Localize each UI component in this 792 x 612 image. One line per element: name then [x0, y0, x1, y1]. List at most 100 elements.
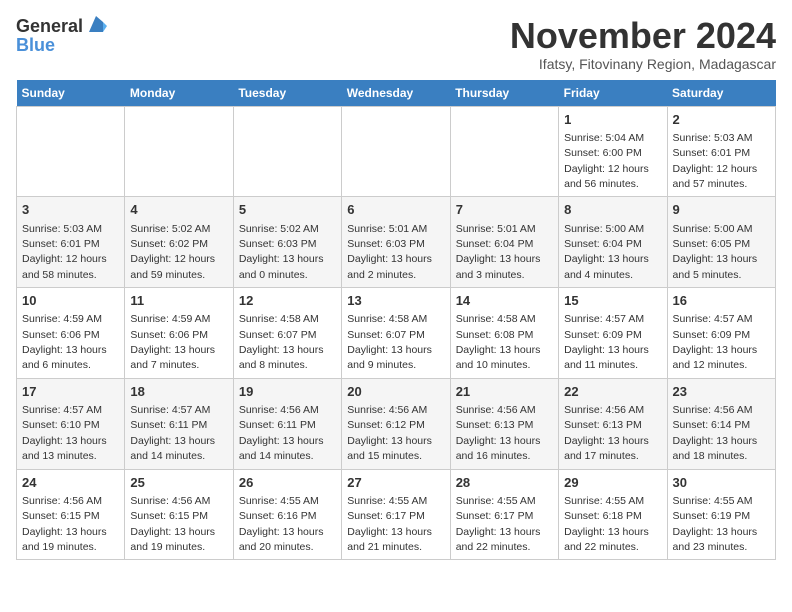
weekday-header-saturday: Saturday	[667, 80, 775, 107]
month-title: November 2024	[510, 16, 776, 56]
header: General Blue November 2024 Ifatsy, Fitov…	[16, 16, 776, 72]
weekday-header-row: SundayMondayTuesdayWednesdayThursdayFrid…	[17, 80, 776, 107]
day-info: Sunrise: 5:03 AM Sunset: 6:01 PM Dayligh…	[673, 132, 758, 190]
day-cell: 3 Sunrise: 5:03 AM Sunset: 6:01 PM Daylig…	[17, 197, 125, 288]
day-number: 25	[130, 474, 227, 492]
weekday-header-wednesday: Wednesday	[342, 80, 450, 107]
day-info: Sunrise: 4:59 AM Sunset: 6:06 PM Dayligh…	[22, 313, 107, 371]
day-info: Sunrise: 5:02 AM Sunset: 6:03 PM Dayligh…	[239, 223, 324, 281]
day-cell: 4 Sunrise: 5:02 AM Sunset: 6:02 PM Daylig…	[125, 197, 233, 288]
day-cell: 2 Sunrise: 5:03 AM Sunset: 6:01 PM Daylig…	[667, 106, 775, 197]
week-row-5: 24Sunrise: 4:56 AM Sunset: 6:15 PM Dayli…	[17, 469, 776, 560]
day-cell: 8 Sunrise: 5:00 AM Sunset: 6:04 PM Daylig…	[559, 197, 667, 288]
day-cell	[233, 106, 341, 197]
day-cell: 15Sunrise: 4:57 AM Sunset: 6:09 PM Dayli…	[559, 288, 667, 379]
day-number: 7	[456, 201, 553, 219]
week-row-2: 3 Sunrise: 5:03 AM Sunset: 6:01 PM Daylig…	[17, 197, 776, 288]
day-number: 23	[673, 383, 770, 401]
day-cell: 13Sunrise: 4:58 AM Sunset: 6:07 PM Dayli…	[342, 288, 450, 379]
day-number: 3	[22, 201, 119, 219]
day-cell	[450, 106, 558, 197]
calendar-table: SundayMondayTuesdayWednesdayThursdayFrid…	[16, 80, 776, 561]
day-cell	[125, 106, 233, 197]
day-info: Sunrise: 4:55 AM Sunset: 6:18 PM Dayligh…	[564, 495, 649, 553]
day-number: 24	[22, 474, 119, 492]
day-info: Sunrise: 5:00 AM Sunset: 6:05 PM Dayligh…	[673, 223, 758, 281]
day-number: 30	[673, 474, 770, 492]
day-info: Sunrise: 5:00 AM Sunset: 6:04 PM Dayligh…	[564, 223, 649, 281]
weekday-header-tuesday: Tuesday	[233, 80, 341, 107]
day-cell: 17 Sunrise: 4:57 AM Sunset: 6:10 PM Dayli…	[17, 378, 125, 469]
week-row-3: 10 Sunrise: 4:59 AM Sunset: 6:06 PM Dayli…	[17, 288, 776, 379]
day-cell: 10 Sunrise: 4:59 AM Sunset: 6:06 PM Dayli…	[17, 288, 125, 379]
day-cell	[17, 106, 125, 197]
day-cell: 7 Sunrise: 5:01 AM Sunset: 6:04 PM Daylig…	[450, 197, 558, 288]
day-number: 15	[564, 292, 661, 310]
day-number: 26	[239, 474, 336, 492]
day-info: Sunrise: 4:55 AM Sunset: 6:19 PM Dayligh…	[673, 495, 758, 553]
day-info: Sunrise: 4:56 AM Sunset: 6:14 PM Dayligh…	[673, 404, 758, 462]
day-info: Sunrise: 4:58 AM Sunset: 6:08 PM Dayligh…	[456, 313, 541, 371]
day-info: Sunrise: 5:02 AM Sunset: 6:02 PM Dayligh…	[130, 223, 215, 281]
day-number: 2	[673, 111, 770, 129]
weekday-header-friday: Friday	[559, 80, 667, 107]
day-cell: 16 Sunrise: 4:57 AM Sunset: 6:09 PM Dayli…	[667, 288, 775, 379]
day-cell: 25Sunrise: 4:56 AM Sunset: 6:15 PM Dayli…	[125, 469, 233, 560]
day-cell: 1 Sunrise: 5:04 AM Sunset: 6:00 PM Daylig…	[559, 106, 667, 197]
day-info: Sunrise: 4:59 AM Sunset: 6:06 PM Dayligh…	[130, 313, 215, 371]
day-info: Sunrise: 4:58 AM Sunset: 6:07 PM Dayligh…	[239, 313, 324, 371]
day-cell: 20 Sunrise: 4:56 AM Sunset: 6:12 PM Dayli…	[342, 378, 450, 469]
day-info: Sunrise: 4:58 AM Sunset: 6:07 PM Dayligh…	[347, 313, 432, 371]
day-number: 20	[347, 383, 444, 401]
day-number: 1	[564, 111, 661, 129]
day-cell: 30 Sunrise: 4:55 AM Sunset: 6:19 PM Dayli…	[667, 469, 775, 560]
day-number: 11	[130, 292, 227, 310]
day-number: 17	[22, 383, 119, 401]
day-info: Sunrise: 4:56 AM Sunset: 6:11 PM Dayligh…	[239, 404, 324, 462]
day-cell: 12Sunrise: 4:58 AM Sunset: 6:07 PM Dayli…	[233, 288, 341, 379]
day-info: Sunrise: 5:01 AM Sunset: 6:04 PM Dayligh…	[456, 223, 541, 281]
day-number: 21	[456, 383, 553, 401]
day-number: 27	[347, 474, 444, 492]
week-row-1: 1 Sunrise: 5:04 AM Sunset: 6:00 PM Daylig…	[17, 106, 776, 197]
day-number: 4	[130, 201, 227, 219]
day-cell: 9 Sunrise: 5:00 AM Sunset: 6:05 PM Daylig…	[667, 197, 775, 288]
day-number: 19	[239, 383, 336, 401]
day-cell: 19 Sunrise: 4:56 AM Sunset: 6:11 PM Dayli…	[233, 378, 341, 469]
day-cell: 6 Sunrise: 5:01 AM Sunset: 6:03 PM Daylig…	[342, 197, 450, 288]
day-number: 29	[564, 474, 661, 492]
day-info: Sunrise: 4:57 AM Sunset: 6:10 PM Dayligh…	[22, 404, 107, 462]
day-cell: 18Sunrise: 4:57 AM Sunset: 6:11 PM Dayli…	[125, 378, 233, 469]
day-cell: 22 Sunrise: 4:56 AM Sunset: 6:13 PM Dayli…	[559, 378, 667, 469]
day-cell: 26Sunrise: 4:55 AM Sunset: 6:16 PM Dayli…	[233, 469, 341, 560]
day-info: Sunrise: 4:55 AM Sunset: 6:17 PM Dayligh…	[347, 495, 432, 553]
day-number: 18	[130, 383, 227, 401]
day-number: 6	[347, 201, 444, 219]
day-number: 16	[673, 292, 770, 310]
day-cell	[342, 106, 450, 197]
logo-icon	[85, 14, 107, 36]
day-cell: 24Sunrise: 4:56 AM Sunset: 6:15 PM Dayli…	[17, 469, 125, 560]
day-info: Sunrise: 4:55 AM Sunset: 6:17 PM Dayligh…	[456, 495, 541, 553]
day-number: 28	[456, 474, 553, 492]
weekday-header-thursday: Thursday	[450, 80, 558, 107]
day-number: 9	[673, 201, 770, 219]
day-info: Sunrise: 5:03 AM Sunset: 6:01 PM Dayligh…	[22, 223, 107, 281]
day-cell: 14 Sunrise: 4:58 AM Sunset: 6:08 PM Dayli…	[450, 288, 558, 379]
day-info: Sunrise: 4:56 AM Sunset: 6:13 PM Dayligh…	[564, 404, 649, 462]
day-info: Sunrise: 4:57 AM Sunset: 6:09 PM Dayligh…	[673, 313, 758, 371]
day-number: 8	[564, 201, 661, 219]
week-row-4: 17 Sunrise: 4:57 AM Sunset: 6:10 PM Dayli…	[17, 378, 776, 469]
day-number: 14	[456, 292, 553, 310]
title-area: November 2024 Ifatsy, Fitovinany Region,…	[510, 16, 776, 72]
day-cell: 23 Sunrise: 4:56 AM Sunset: 6:14 PM Dayli…	[667, 378, 775, 469]
day-info: Sunrise: 4:56 AM Sunset: 6:13 PM Dayligh…	[456, 404, 541, 462]
day-info: Sunrise: 5:04 AM Sunset: 6:00 PM Dayligh…	[564, 132, 649, 190]
day-info: Sunrise: 4:56 AM Sunset: 6:12 PM Dayligh…	[347, 404, 432, 462]
weekday-header-sunday: Sunday	[17, 80, 125, 107]
day-cell: 5Sunrise: 5:02 AM Sunset: 6:03 PM Daylig…	[233, 197, 341, 288]
day-number: 22	[564, 383, 661, 401]
day-cell: 27 Sunrise: 4:55 AM Sunset: 6:17 PM Dayli…	[342, 469, 450, 560]
day-info: Sunrise: 5:01 AM Sunset: 6:03 PM Dayligh…	[347, 223, 432, 281]
day-number: 10	[22, 292, 119, 310]
